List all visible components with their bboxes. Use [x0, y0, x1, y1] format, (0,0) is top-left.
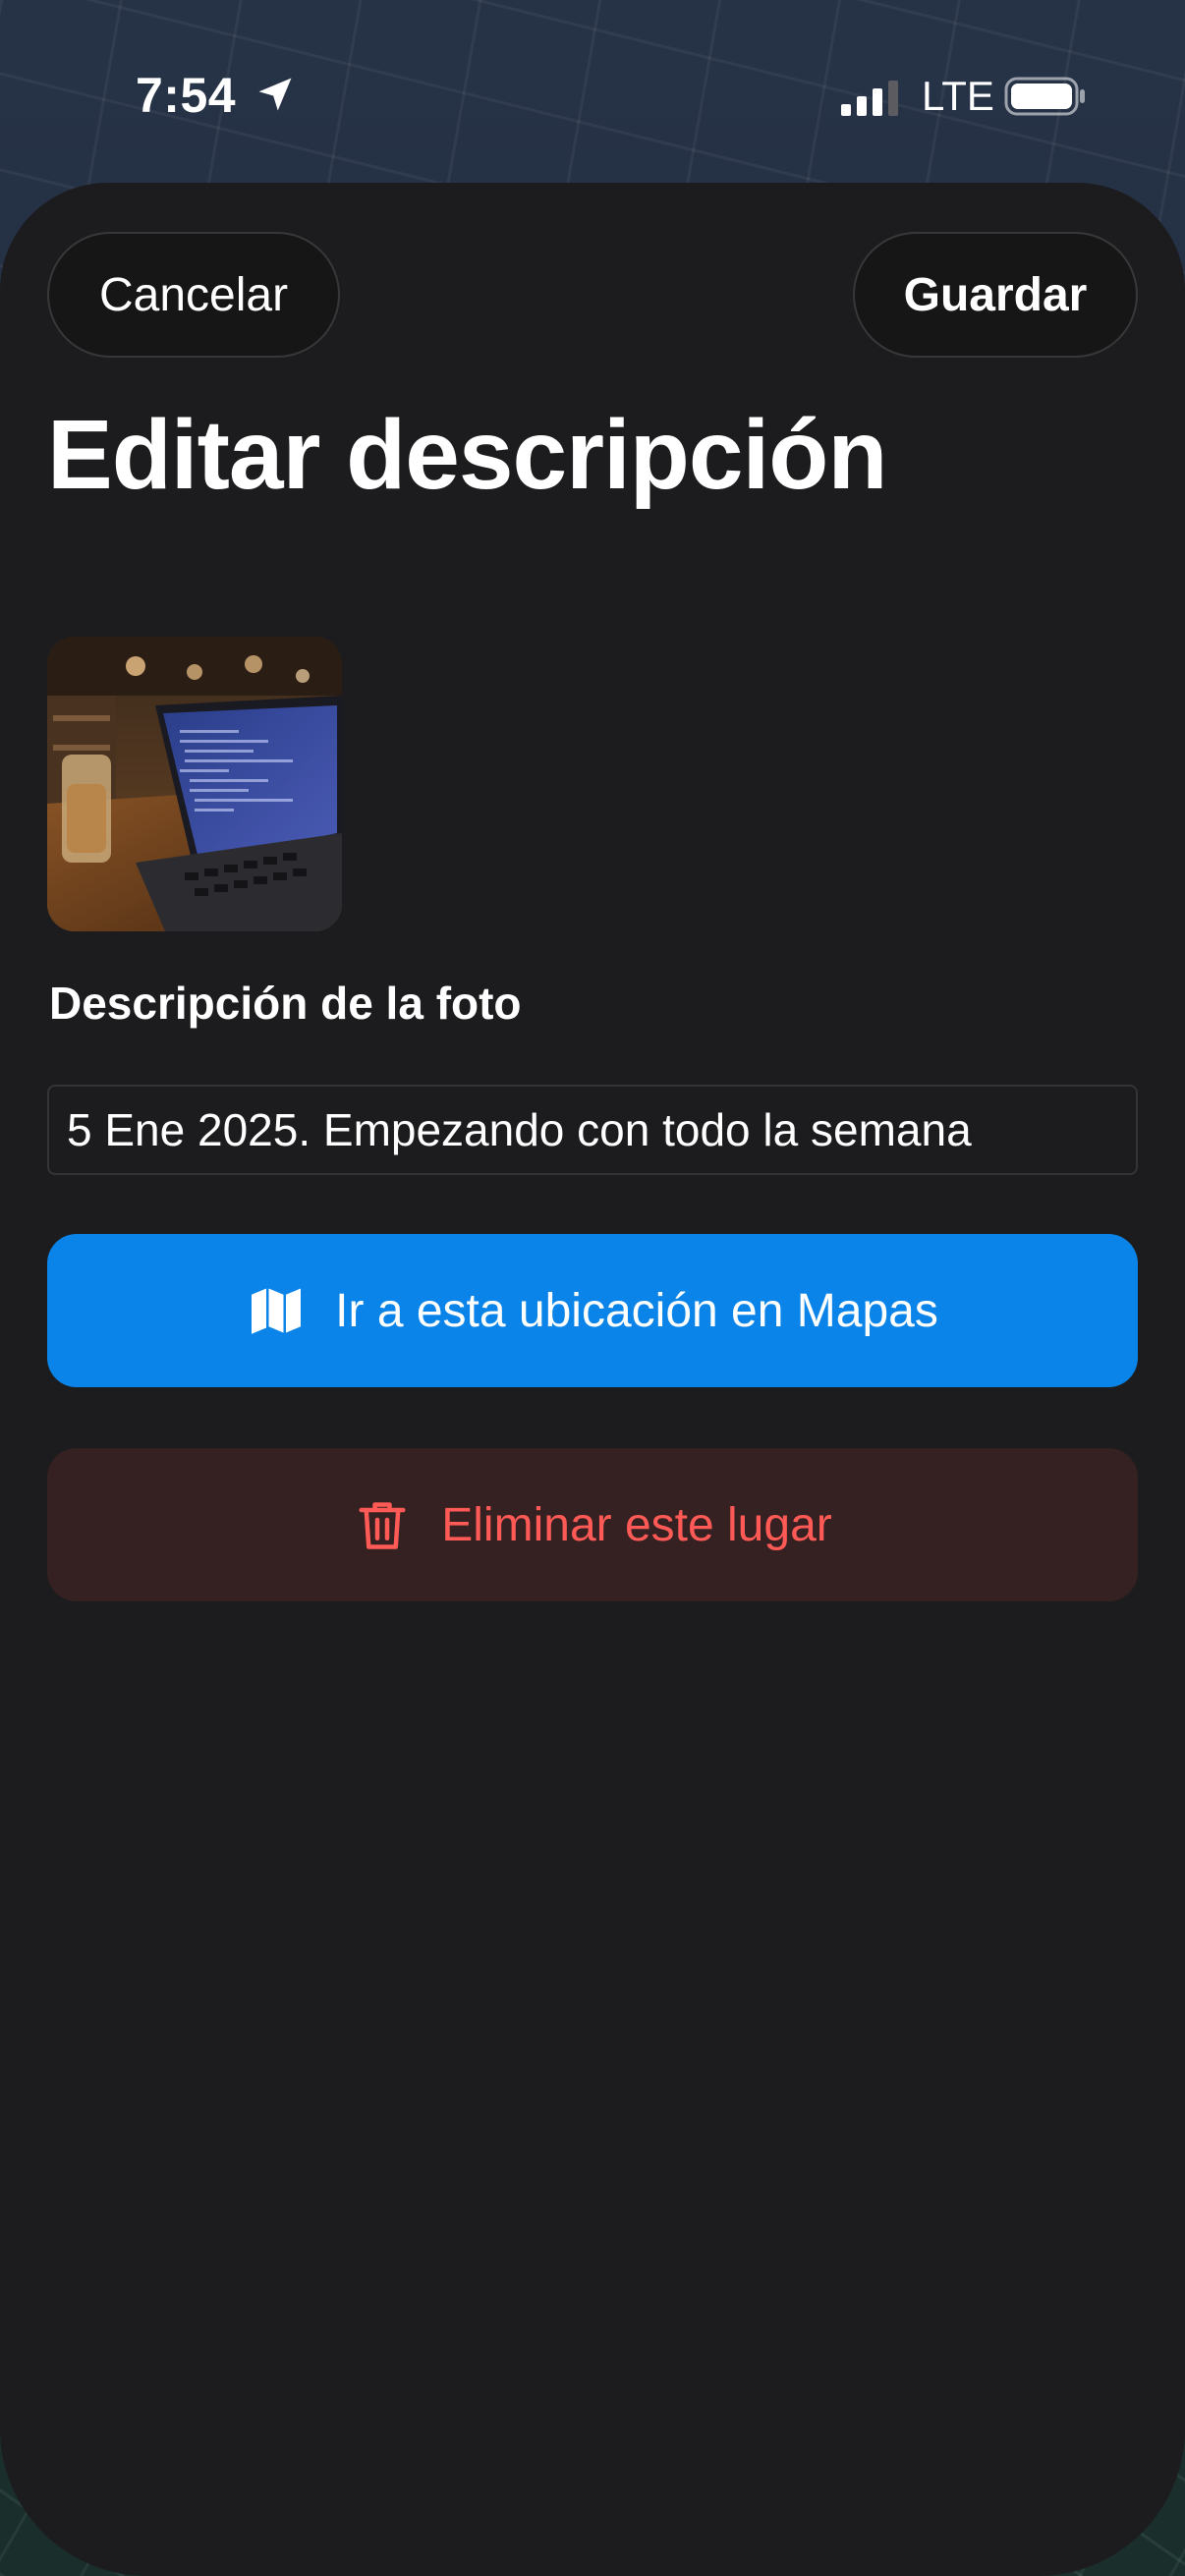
app-screen: 7:54 LTE Cancelar Guardar Editar descrip… — [0, 0, 1185, 2576]
status-time: 7:54 — [136, 68, 237, 123]
photo-image — [47, 637, 342, 931]
page-title: Editar descripción — [47, 400, 887, 510]
description-input[interactable] — [47, 1085, 1138, 1175]
open-in-maps-button[interactable]: Ir a esta ubicación en Mapas — [47, 1234, 1138, 1387]
cellular-signal-icon — [841, 81, 898, 116]
delete-place-label: Eliminar este lugar — [441, 1498, 832, 1551]
network-type: LTE — [922, 73, 994, 119]
trash-icon — [359, 1502, 406, 1549]
photo-thumbnail[interactable] — [47, 637, 342, 931]
edit-description-sheet: Cancelar Guardar Editar descripción Desc… — [0, 183, 1185, 2576]
description-label: Descripción de la foto — [49, 978, 522, 1029]
battery-icon — [1004, 77, 1085, 116]
save-button[interactable]: Guardar — [853, 232, 1138, 358]
open-in-maps-label: Ir a esta ubicación en Mapas — [335, 1284, 938, 1337]
location-arrow-icon — [258, 78, 292, 111]
status-bar: 7:54 LTE — [0, 0, 1185, 187]
map-icon — [252, 1288, 302, 1334]
delete-place-button[interactable]: Eliminar este lugar — [47, 1448, 1138, 1601]
cancel-button[interactable]: Cancelar — [47, 232, 340, 358]
